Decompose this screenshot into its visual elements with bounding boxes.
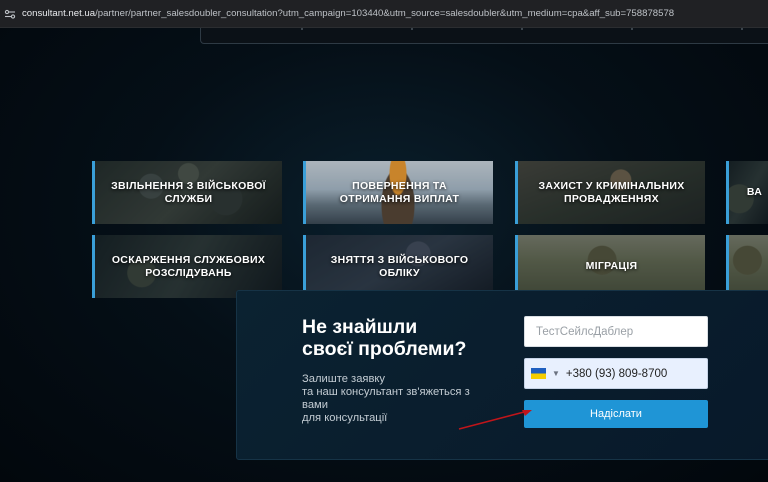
service-card-label: ВА [746, 186, 763, 198]
service-card-payments[interactable]: Повернення та отримання виплат [303, 161, 493, 224]
subtitle-line: та наш консультант зв'яжеться з [302, 386, 470, 398]
submit-button[interactable]: Надіслати [524, 400, 708, 428]
service-card-partial-2[interactable] [726, 235, 768, 298]
service-card-label: Міграція [585, 260, 638, 272]
service-card-label: Повернення та отримання виплат [339, 179, 460, 205]
service-card-label: Оскарження службових розслідувань [111, 253, 266, 279]
service-card-discharge[interactable]: Звільнення з військової служби [92, 161, 282, 224]
phone-field[interactable]: ▼ [524, 358, 708, 389]
service-card-deregistration[interactable]: Зняття з військового обліку [303, 235, 493, 298]
service-card-investigations[interactable]: Оскарження службових розслідувань [92, 235, 282, 298]
annotation-arrow-icon [458, 410, 532, 430]
partial-card-image [729, 235, 768, 298]
url-text[interactable]: consultant.net.ua/partner/partner_salesd… [22, 8, 674, 19]
service-card-migration[interactable]: Міграція [515, 235, 705, 298]
site-info-icon[interactable] [4, 8, 16, 20]
phone-input[interactable] [565, 367, 706, 380]
service-card-criminal-defense[interactable]: Захист у кримінальних провадженнях [515, 161, 705, 224]
service-card-partial[interactable]: ВА [726, 161, 768, 224]
service-card-label: Захист у кримінальних провадженнях [538, 179, 685, 205]
url-host: consultant.net.ua [22, 8, 96, 19]
ukraine-flag-icon[interactable] [531, 368, 546, 379]
service-card-label: Зняття з військового обліку [330, 253, 469, 279]
heading-line-1: Не знайшли [302, 316, 418, 338]
heading-line-2: своєї проблеми? [302, 338, 467, 360]
top-dropdown-panel [200, 28, 768, 44]
chevron-down-icon[interactable]: ▼ [552, 369, 560, 378]
name-input[interactable] [524, 316, 708, 347]
form-heading: Не знайшли своєї проблеми? [302, 316, 502, 360]
subtitle-line: Залиште заявку [302, 373, 386, 385]
browser-address-bar[interactable]: consultant.net.ua/partner/partner_salesd… [0, 0, 768, 28]
url-path: /partner/partner_salesdoubler_consultati… [95, 8, 675, 19]
service-card-label: Звільнення з військової служби [111, 179, 266, 205]
